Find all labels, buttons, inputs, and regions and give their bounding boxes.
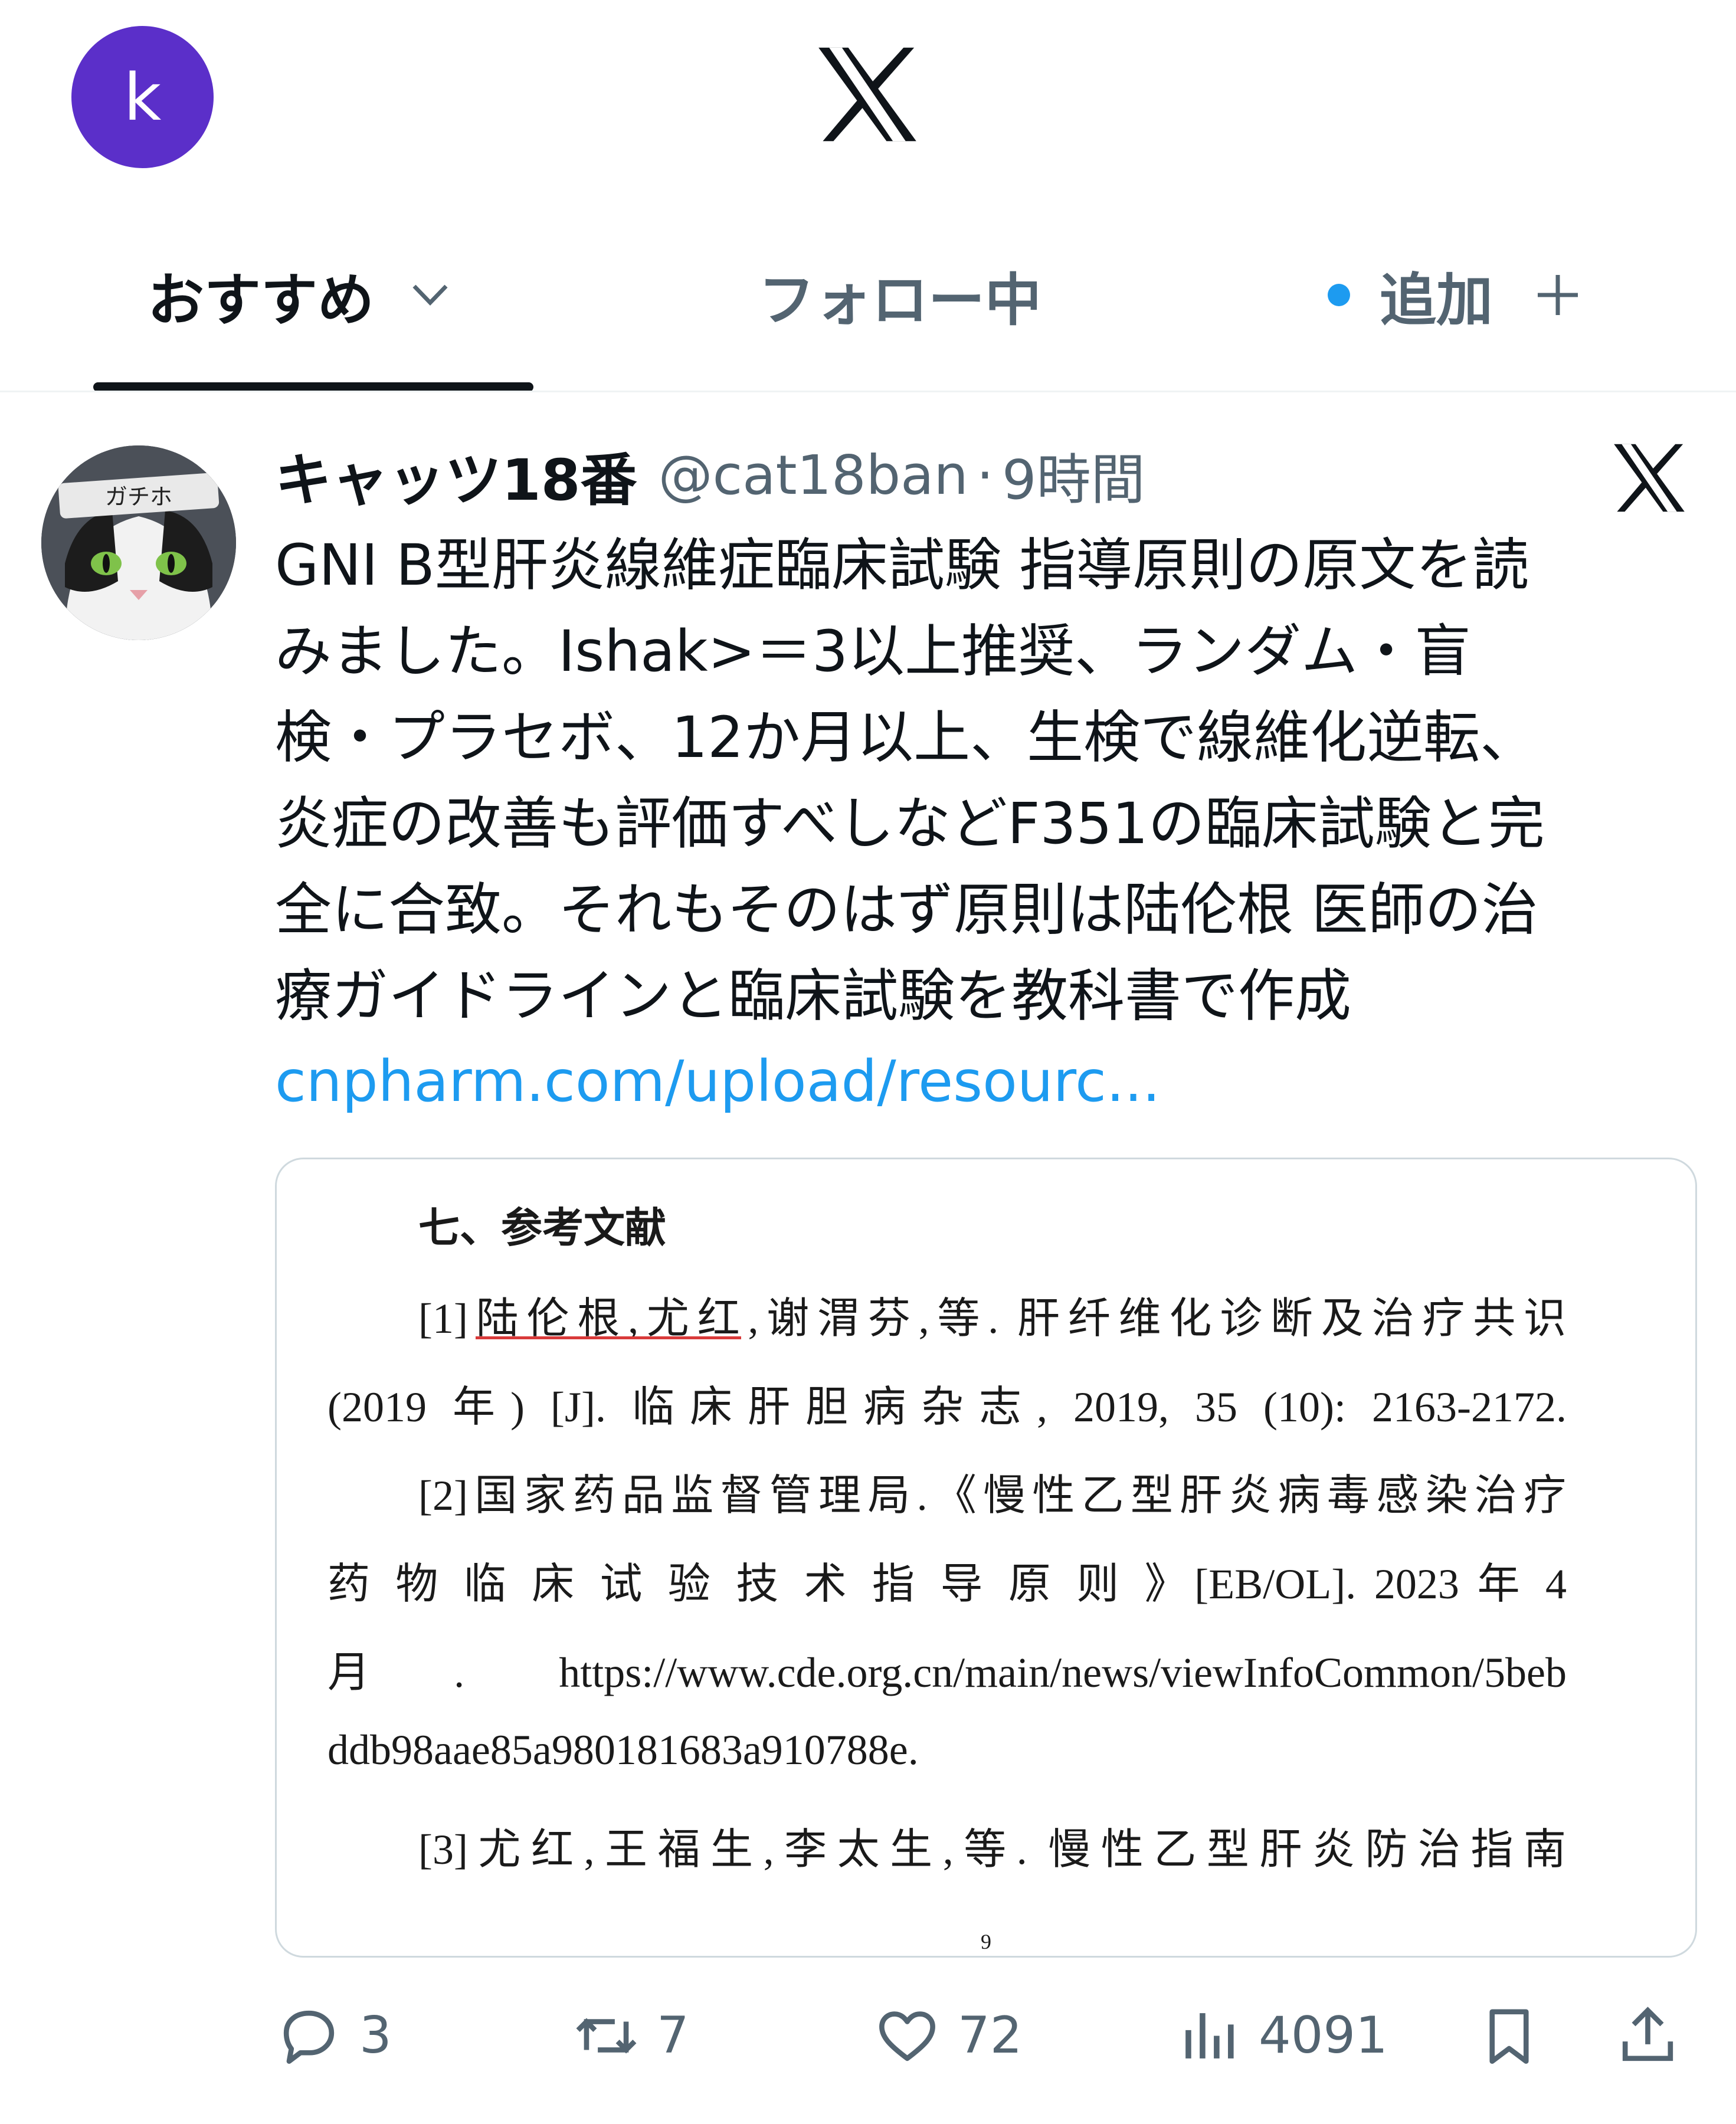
avatar-letter: k <box>123 59 162 135</box>
tab-for-you[interactable]: おすすめ <box>148 248 451 342</box>
bookmark-icon <box>1489 2008 1529 2064</box>
tweet-media-image[interactable]: 七、参考文献 [1]陆伦根,尤红,谢渭芬,等. 肝纤维化诊断及治疗共识 (201… <box>275 1158 1697 1958</box>
tweet-text-line: GNI B型肝炎線維症臨床試験 指導原則の原文を読 <box>275 532 1529 598</box>
reply-button[interactable]: 3 <box>275 1994 392 2077</box>
doc-line: (2019 年) [J]. 临床肝胆病杂志, 2019, 35 (10): 21… <box>327 1384 1567 1431</box>
tweet-text-line: みました。Ishak>＝3以上推奨、ランダム・盲 <box>275 618 1472 684</box>
doc-line: [2]国家药品监督管理局.《慢性乙型肝炎病毒感染治疗 <box>418 1472 1566 1519</box>
divider <box>0 391 1736 392</box>
tweet-text-line: 療ガイドラインと臨床試験を教科書で作成 <box>275 963 1351 1029</box>
x-logo-icon <box>818 47 916 142</box>
tab-add-label: 追加 <box>1380 267 1493 333</box>
retweet-icon <box>576 2017 637 2054</box>
grok-icon[interactable] <box>1611 440 1688 516</box>
views-chart-icon <box>1185 2012 1234 2059</box>
doc-line: ddb98aae85a980181683a910788e. <box>327 1726 919 1774</box>
author-handle[interactable]: @cat18ban <box>659 444 968 507</box>
tab-for-you-label: おすすめ <box>148 267 374 333</box>
tweet-header: キャッツ18番 @cat18ban · 9時間 <box>275 442 1145 513</box>
tweet-author-avatar[interactable]: ガチホ <box>41 445 236 640</box>
tweet-text-line: 炎症の改善も評価すべしなどF351の臨床試験と完 <box>275 791 1545 857</box>
retweet-button[interactable]: 7 <box>572 1994 689 2077</box>
doc-line: 药 物 临 床 试 验 技 术 指 导 原 则 》[EB/OL]. 2023 年… <box>327 1561 1567 1608</box>
views-button[interactable]: 4091 <box>1174 1994 1388 2077</box>
tweet-text: GNI B型肝炎線維症臨床試験 指導原則の原文を読 みました。Ishak>＝3以… <box>275 522 1703 1039</box>
views-count: 4091 <box>1259 2006 1388 2065</box>
tab-following-label: フォロー中 <box>758 267 1041 333</box>
retweet-count: 7 <box>657 2006 689 2065</box>
reply-count: 3 <box>359 2006 392 2065</box>
chevron-down-icon[interactable] <box>410 280 451 310</box>
share-button[interactable] <box>1614 1994 1698 2077</box>
tweet-text-line: 全に合致。それもそのはず原則は陆伦根 医師の治 <box>275 877 1538 943</box>
separator-dot: · <box>976 443 994 507</box>
tweet-link[interactable]: cnpharm.com/upload/resourc... <box>275 1038 1160 1125</box>
plus-icon[interactable] <box>1534 271 1581 319</box>
tweet-text-line: 検・プラセボ、12か月以上、生検で線維化逆転、 <box>275 704 1537 771</box>
new-indicator-dot <box>1328 284 1350 306</box>
like-button[interactable]: 72 <box>873 1994 1022 2077</box>
tab-following[interactable]: フォロー中 <box>758 248 1041 342</box>
tweet-timestamp[interactable]: 9時間 <box>1002 436 1145 514</box>
author-name[interactable]: キャッツ18番 <box>275 434 637 516</box>
tab-add[interactable]: 追加 <box>1328 248 1581 342</box>
user-avatar[interactable]: k <box>71 26 214 168</box>
doc-heading: 七、参考文献 <box>418 1204 666 1252</box>
doc-line: [3]尤红,王福生,李太生,等. 慢性乙型肝炎防治指南 <box>418 1826 1566 1873</box>
share-icon <box>1622 2006 1673 2061</box>
doc-page-number: 9 <box>981 1930 991 1953</box>
doc-line: 月. https://www.cde.org.cn/main/news/view… <box>327 1649 1567 1696</box>
headband-text: ガチホ <box>105 484 172 510</box>
reply-icon <box>283 2010 335 2064</box>
bookmark-button[interactable] <box>1475 1994 1560 2077</box>
heart-icon <box>879 2011 935 2061</box>
cat-avatar-image: ガチホ <box>41 445 236 640</box>
like-count: 72 <box>958 2006 1023 2065</box>
doc-red-underline <box>476 1336 741 1339</box>
